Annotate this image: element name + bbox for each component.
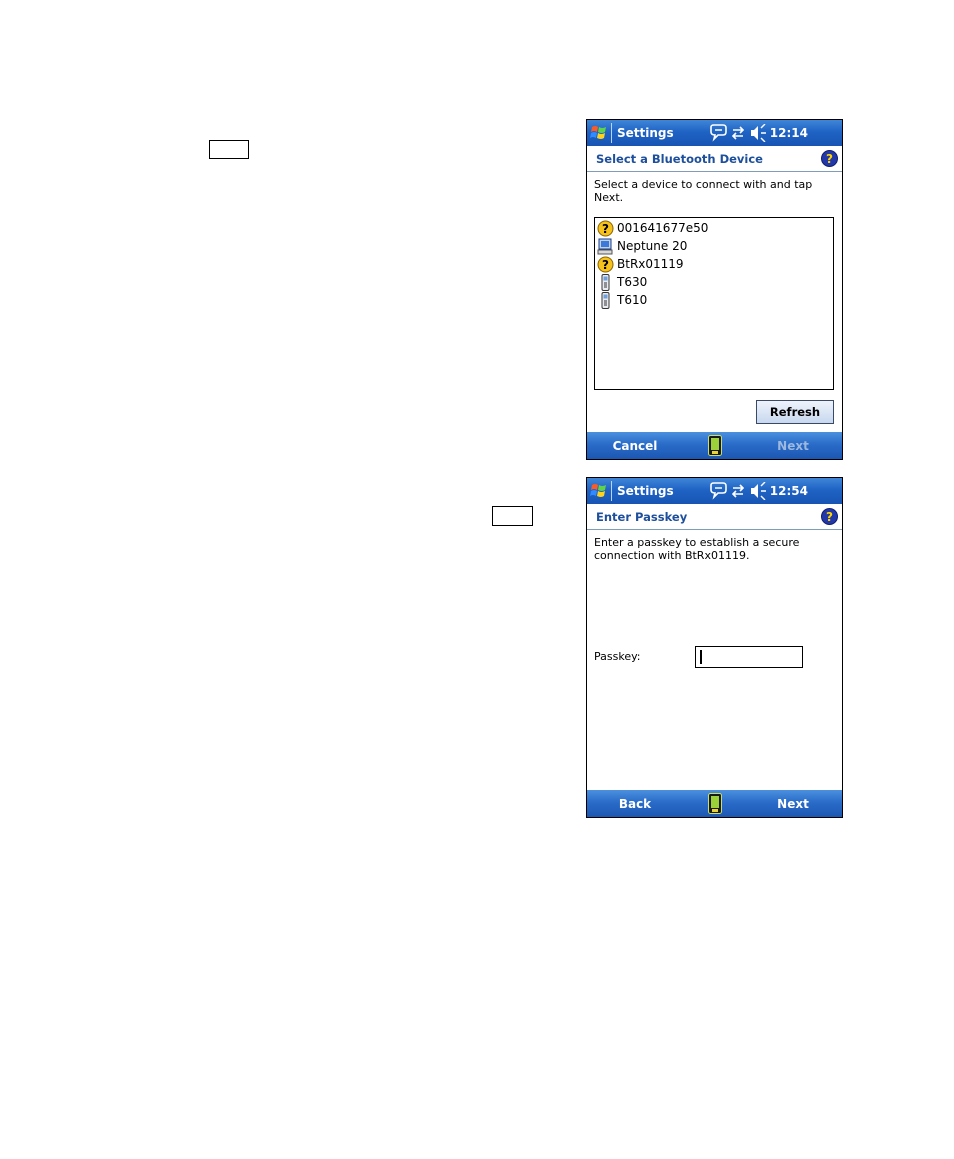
volume-icon[interactable]: [751, 482, 766, 500]
help-icon[interactable]: ?: [821, 508, 838, 525]
clock[interactable]: 12:54: [770, 484, 808, 498]
message-icon[interactable]: [710, 124, 727, 142]
device-name: T630: [617, 275, 648, 289]
computer-icon: [597, 238, 613, 255]
windows-start-icon[interactable]: [589, 123, 609, 143]
passkey-label: Passkey:: [594, 650, 641, 663]
next-softkey[interactable]: Next: [744, 439, 842, 453]
softkey-bar: Cancel Next: [587, 432, 842, 459]
refresh-button[interactable]: Refresh: [756, 400, 834, 424]
svg-text:?: ?: [826, 510, 833, 524]
callout-box-top: [209, 140, 249, 159]
windows-start-icon[interactable]: [589, 481, 609, 501]
title-separator: [611, 123, 612, 143]
keyboard-input-icon[interactable]: [708, 793, 722, 814]
next-softkey[interactable]: Next: [744, 797, 842, 811]
list-item[interactable]: T630: [597, 273, 827, 291]
device-name: T610: [617, 293, 648, 307]
instruction-text: Select a device to connect with and tap …: [594, 178, 813, 204]
window-title: Settings: [617, 484, 674, 498]
list-item[interactable]: ? BtRx01119: [597, 255, 827, 273]
title-separator: [611, 481, 612, 501]
enter-passkey-screen: Settings 12:54 Enter Passkey ? Enter a p…: [586, 477, 843, 818]
cancel-softkey[interactable]: Cancel: [587, 439, 683, 453]
softkey-bar: Back Next: [587, 790, 842, 817]
phone-icon: [601, 292, 610, 309]
unknown-device-icon: ?: [597, 256, 614, 273]
help-icon[interactable]: ?: [821, 150, 838, 167]
list-item[interactable]: ? 001641677e50: [597, 219, 827, 237]
passkey-input[interactable]: [695, 646, 803, 668]
status-icons: [710, 482, 766, 500]
connectivity-icon[interactable]: [731, 484, 745, 498]
svg-text:?: ?: [602, 258, 609, 272]
bluetooth-device-screen: Settings 12:14 Select a Bluetooth Device…: [586, 119, 843, 460]
title-bar: Settings 12:54: [587, 478, 842, 504]
list-item[interactable]: T610: [597, 291, 827, 309]
message-icon[interactable]: [710, 482, 727, 500]
text-caret: [700, 650, 702, 664]
page-title: Select a Bluetooth Device: [596, 152, 763, 166]
keyboard-input-icon[interactable]: [708, 435, 722, 456]
device-name: Neptune 20: [617, 239, 688, 253]
page-header: Select a Bluetooth Device ?: [587, 146, 842, 172]
instruction-text: Enter a passkey to establish a secure co…: [594, 536, 800, 562]
svg-text:?: ?: [602, 222, 609, 236]
device-name: 001641677e50: [617, 221, 709, 235]
connectivity-icon[interactable]: [731, 126, 745, 140]
list-item[interactable]: Neptune 20: [597, 237, 827, 255]
window-title: Settings: [617, 126, 674, 140]
page-title: Enter Passkey: [596, 510, 688, 524]
callout-box-bottom: [492, 506, 533, 526]
back-softkey[interactable]: Back: [587, 797, 683, 811]
status-icons: [710, 124, 766, 142]
clock[interactable]: 12:14: [770, 126, 808, 140]
content-area: Enter a passkey to establish a secure co…: [587, 530, 842, 790]
unknown-device-icon: ?: [597, 220, 614, 237]
page-header: Enter Passkey ?: [587, 504, 842, 530]
phone-icon: [601, 274, 610, 291]
content-area: Select a device to connect with and tap …: [587, 172, 842, 432]
title-bar: Settings 12:14: [587, 120, 842, 146]
device-name: BtRx01119: [617, 257, 684, 271]
device-list[interactable]: ? 001641677e50 Neptune 20 ? BtRx01119 T6…: [594, 217, 834, 390]
svg-text:?: ?: [826, 152, 833, 166]
volume-icon[interactable]: [751, 124, 766, 142]
